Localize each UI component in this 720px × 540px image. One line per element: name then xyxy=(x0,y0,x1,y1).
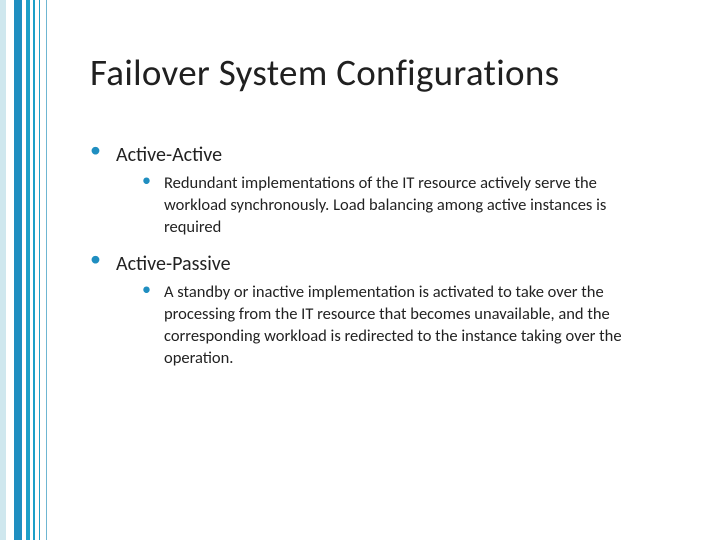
sub-item: Redundant implementations of the IT reso… xyxy=(142,173,650,238)
page-title: Failover System Configurations xyxy=(90,50,660,95)
list-item: Active-Passive A standby or inactive imp… xyxy=(90,252,650,369)
sub-item: A standby or inactive implementation is … xyxy=(142,282,650,369)
slide-content: Failover System Configurations Active-Ac… xyxy=(0,0,720,540)
item-label: Active-Passive xyxy=(116,252,231,276)
sub-list: A standby or inactive implementation is … xyxy=(116,282,650,369)
list-item: Active-Active Redundant implementations … xyxy=(90,143,650,238)
bullet-list: Active-Active Redundant implementations … xyxy=(80,143,660,369)
sub-list: Redundant implementations of the IT reso… xyxy=(116,173,650,238)
item-label: Active-Active xyxy=(116,143,222,167)
